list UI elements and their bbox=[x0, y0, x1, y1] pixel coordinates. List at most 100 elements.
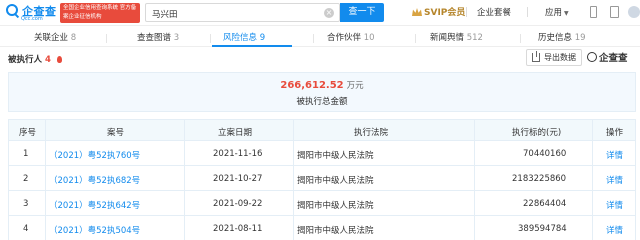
tab-divider bbox=[210, 34, 211, 43]
tab-label: 查查图谱 bbox=[137, 33, 172, 43]
cell-index: 3 bbox=[23, 199, 29, 209]
mobile-icon[interactable] bbox=[590, 6, 597, 18]
total-amount-label: 被执行总金额 bbox=[296, 97, 348, 107]
tab-count: 10 bbox=[363, 33, 375, 43]
col-header-action: 操作 bbox=[606, 128, 624, 138]
svip-link[interactable]: SVIP会员 bbox=[412, 5, 465, 18]
top-header: 企查查 Qcc.com 全国企业信用查询系统 官方备案企业征信机构 马兴田 × … bbox=[0, 0, 640, 26]
col-divider bbox=[293, 141, 294, 165]
export-data-button[interactable]: 导出数据 bbox=[526, 49, 582, 66]
cell-index: 2 bbox=[23, 174, 29, 184]
clear-icon[interactable]: × bbox=[324, 8, 334, 18]
watermark-text: 企查查 bbox=[599, 53, 628, 64]
tab-news[interactable]: 新闻舆情 512 bbox=[430, 31, 483, 43]
cell-amount: 389594784 bbox=[518, 224, 567, 234]
col-divider bbox=[184, 166, 185, 190]
cell-index: 4 bbox=[23, 224, 29, 234]
col-divider bbox=[45, 216, 46, 240]
logo-subtext: Qcc.com bbox=[21, 16, 43, 22]
summary-box: 266,612.52 万元 被执行总金额 bbox=[8, 72, 636, 112]
table-row: 4 （2021）粤52执504号 2021-08-11 揭阳市中级人民法院 38… bbox=[8, 216, 636, 240]
total-amount: 266,612.52 万元 bbox=[9, 79, 635, 91]
col-divider bbox=[592, 120, 593, 140]
tab-partners[interactable]: 合作伙伴 10 bbox=[327, 31, 375, 43]
execution-table: 序号 案号 立案日期 执行法院 执行标的(元) 操作 1 （2021）粤52执7… bbox=[8, 119, 636, 240]
col-header-date: 立案日期 bbox=[218, 128, 253, 138]
cell-case-no-link[interactable]: （2021）粤52执642号 bbox=[49, 199, 140, 211]
search-button[interactable]: 查一下 bbox=[340, 3, 384, 22]
section-title: 被执行人 4 bbox=[8, 53, 62, 65]
cell-court: 揭阳市中级人民法院 bbox=[297, 176, 374, 186]
tab-label: 历史信息 bbox=[538, 33, 573, 43]
section-title-label: 被执行人 bbox=[8, 55, 43, 65]
tab-graph[interactable]: 查查图谱 3 bbox=[137, 31, 179, 43]
cell-amount: 70440160 bbox=[523, 149, 567, 159]
cell-amount: 22864404 bbox=[523, 199, 567, 209]
col-divider bbox=[184, 191, 185, 215]
nav-enterprise-package[interactable]: 企业套餐 bbox=[477, 6, 511, 18]
col-divider bbox=[293, 191, 294, 215]
cell-date: 2021-08-11 bbox=[213, 224, 263, 234]
col-divider bbox=[474, 191, 475, 215]
nav-apps[interactable]: 应用 ▼ bbox=[545, 6, 569, 18]
tab-count: 9 bbox=[259, 33, 266, 43]
col-divider bbox=[45, 120, 46, 140]
search-input[interactable]: 马兴田 × bbox=[145, 3, 340, 22]
active-tab-indicator bbox=[212, 45, 292, 47]
cell-case-no-link[interactable]: （2021）粤52执760号 bbox=[49, 149, 140, 161]
col-divider bbox=[474, 120, 475, 140]
qcc-watermark: 企查查 bbox=[587, 50, 628, 64]
tab-label: 风险信息 bbox=[223, 33, 258, 43]
cell-amount: 2183225860 bbox=[512, 174, 567, 184]
col-divider bbox=[293, 120, 294, 140]
cell-date: 2021-11-16 bbox=[213, 149, 263, 159]
cell-court: 揭阳市中级人民法院 bbox=[297, 201, 374, 211]
crown-icon bbox=[412, 8, 422, 16]
chevron-down-icon: ▼ bbox=[564, 10, 569, 17]
col-divider bbox=[45, 166, 46, 190]
col-divider bbox=[592, 166, 593, 190]
svip-label: SVIP会员 bbox=[424, 8, 466, 18]
table-row: 3 （2021）粤52执642号 2021-09-22 揭阳市中级人民法院 22… bbox=[8, 191, 636, 216]
col-divider bbox=[45, 141, 46, 165]
tab-count: 8 bbox=[70, 33, 77, 43]
hot-icon bbox=[56, 56, 62, 63]
nav-apps-label: 应用 bbox=[545, 8, 563, 18]
section-count: 4 bbox=[44, 55, 51, 65]
cell-case-no-link[interactable]: （2021）粤52执682号 bbox=[49, 174, 140, 186]
credit-badge: 全国企业信用查询系统 官方备案企业征信机构 bbox=[60, 3, 140, 23]
cell-court: 揭阳市中级人民法院 bbox=[297, 151, 374, 161]
col-header-amount: 执行标的(元) bbox=[512, 128, 562, 138]
export-label: 导出数据 bbox=[544, 53, 576, 62]
table-header: 序号 案号 立案日期 执行法院 执行标的(元) 操作 bbox=[8, 119, 636, 141]
tab-history[interactable]: 历史信息 19 bbox=[538, 31, 586, 43]
qcc-logo[interactable]: 企查查 Qcc.com bbox=[6, 3, 58, 23]
tab-risk-info[interactable]: 风险信息 9 bbox=[223, 31, 265, 43]
tab-bar: 关联企业 8 查查图谱 3 风险信息 9 合作伙伴 10 新闻舆情 512 历史… bbox=[0, 27, 640, 47]
search-input-value: 马兴田 bbox=[152, 10, 178, 20]
col-divider bbox=[592, 191, 593, 215]
tab-label: 合作伙伴 bbox=[327, 33, 362, 43]
col-divider bbox=[184, 216, 185, 240]
details-link[interactable]: 详情 bbox=[606, 149, 623, 161]
tab-label: 新闻舆情 bbox=[430, 33, 465, 43]
cell-case-no-link[interactable]: （2021）粤52执504号 bbox=[49, 224, 140, 236]
table-row: 2 （2021）粤52执682号 2021-10-27 揭阳市中级人民法院 21… bbox=[8, 166, 636, 191]
table-row: 1 （2021）粤52执760号 2021-11-16 揭阳市中级人民法院 70… bbox=[8, 141, 636, 166]
avatar[interactable] bbox=[628, 6, 640, 18]
magnifier-watermark-icon bbox=[587, 52, 597, 62]
col-divider bbox=[474, 141, 475, 165]
col-divider bbox=[184, 120, 185, 140]
magnifier-logo-icon bbox=[6, 4, 18, 16]
col-divider bbox=[592, 141, 593, 165]
total-amount-value: 266,612.52 bbox=[280, 80, 344, 91]
tab-related-companies[interactable]: 关联企业 8 bbox=[34, 31, 76, 43]
details-link[interactable]: 详情 bbox=[606, 199, 623, 211]
tab-divider bbox=[106, 34, 107, 43]
details-link[interactable]: 详情 bbox=[606, 174, 623, 186]
details-link[interactable]: 详情 bbox=[606, 224, 623, 236]
document-icon[interactable] bbox=[610, 6, 619, 18]
tab-count: 19 bbox=[574, 33, 586, 43]
col-header-case-no: 案号 bbox=[107, 128, 125, 138]
tab-count: 3 bbox=[173, 33, 180, 43]
